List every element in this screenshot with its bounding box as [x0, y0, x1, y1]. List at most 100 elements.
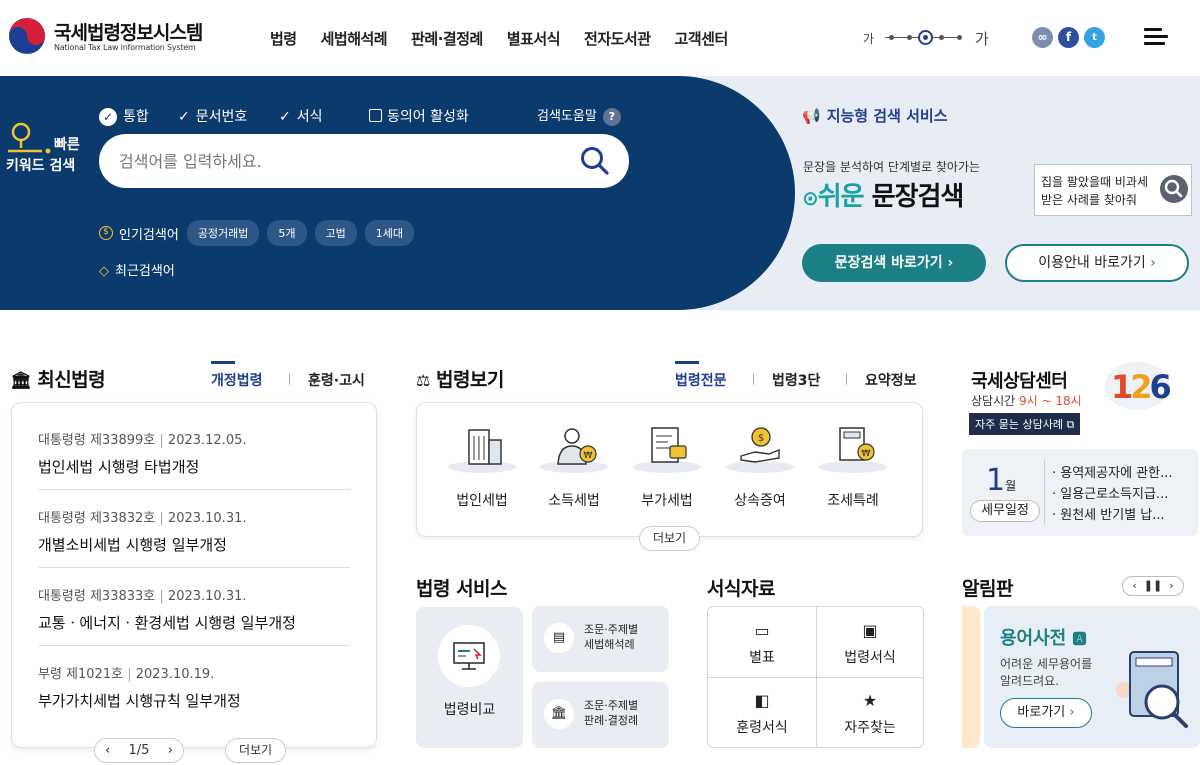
pause-icon[interactable]: ❚❚ — [1144, 579, 1162, 592]
smart-title-label: 지능형 검색 서비스 — [826, 107, 948, 125]
popular-chip[interactable]: 1세대 — [364, 220, 415, 246]
tab-amended-law[interactable]: 개정법령 — [211, 361, 263, 390]
font-size-step[interactable] — [907, 35, 912, 40]
faq-link[interactable]: 자주 묻는 상담사례 ⧉ — [969, 413, 1081, 435]
service-label: 판례·결정례 — [584, 714, 639, 727]
nav-customer[interactable]: 고객센터 — [675, 28, 729, 49]
tab-three-column[interactable]: 법령3단 — [772, 370, 820, 390]
form-frequent[interactable]: ★ 자주찾는 — [816, 677, 924, 747]
twitter-icon[interactable]: t — [1084, 27, 1105, 48]
precedent-by-article-button[interactable]: 🏛 조문·주제별 판례·결정례 — [532, 682, 669, 748]
tab-summary[interactable]: 요약정보 — [865, 370, 917, 390]
consult-hours-value: 9시 ~ 18시 — [1019, 394, 1082, 408]
glossary-desc-line: 알려드려요. — [1000, 674, 1060, 688]
recent-keywords[interactable]: ◇ 최근검색어 — [99, 260, 175, 279]
option-form[interactable]: ✓ 서식 — [279, 106, 323, 126]
magnifier-icon — [8, 122, 51, 154]
font-size-slider-knob[interactable] — [918, 30, 933, 45]
popular-chip[interactable]: 고법 — [314, 220, 357, 246]
tab-full-text[interactable]: 법령전문 — [675, 361, 727, 390]
law-item[interactable]: 대통령령 제33833호 | 2023.10.31. 교통ㆍ에너지ㆍ환경세법 시… — [38, 585, 350, 633]
law-tax-special[interactable]: ₩ 조세특례 — [810, 424, 896, 510]
interpretation-by-article-button[interactable]: ▤ 조문·주제별 세법해석례 — [532, 606, 669, 672]
chevron-right-icon[interactable]: › — [1169, 579, 1173, 592]
consult-hours: 상담시간 9시 ~ 18시 — [971, 392, 1082, 409]
chevron-left-icon[interactable]: ‹ — [1132, 579, 1136, 592]
chevron-right-icon[interactable]: › — [168, 739, 173, 762]
schedule-item[interactable]: · 용역제공자에 관한... — [1052, 463, 1172, 484]
law-vat[interactable]: 부가세법 — [624, 424, 710, 510]
sentence-search-button[interactable]: 문장검색 바로가기 › — [802, 244, 986, 282]
call-number: 126 — [1111, 368, 1172, 406]
form-label: 법령서식 — [844, 650, 896, 666]
quick-label-line2: 키워드 검색 — [6, 158, 76, 174]
menu-bar — [1144, 35, 1168, 38]
divider — [38, 645, 350, 646]
schedule-item-text: 원천세 반기별 납... — [1060, 508, 1165, 523]
law-item[interactable]: 부령 제1021호 | 2023.10.19. 부가가치세법 시행규칙 일부개정 — [38, 663, 350, 711]
option-integrated[interactable]: ✓ 통합 — [99, 106, 149, 126]
nav-precedent[interactable]: 판례·결정례 — [411, 28, 483, 49]
divider — [1044, 459, 1045, 525]
font-size-small-label[interactable]: 가 — [863, 30, 874, 47]
nav-law[interactable]: 법령 — [270, 28, 297, 49]
glossary-go-button[interactable]: 바로가기 › — [1000, 698, 1092, 728]
sentence-search-heading: ⊙쉬운 문장검색 — [802, 176, 964, 213]
law-date: 2023.10.31. — [167, 589, 247, 604]
law-item[interactable]: 대통령령 제33899호 | 2023.12.05. 법인세법 시행령 타법개정 — [38, 429, 350, 477]
law-corporate-tax[interactable]: 법인세법 — [439, 424, 525, 510]
link-icon[interactable]: ∞ — [1032, 27, 1053, 48]
notice-controls: ‹ ❚❚ › — [1122, 576, 1184, 596]
document-icon: ▤ — [544, 623, 574, 653]
schedule-item[interactable]: · 원천세 반기별 납... — [1052, 505, 1172, 526]
schedule-item[interactable]: · 일용근로소득지급... — [1052, 484, 1172, 505]
synonym-checkbox[interactable]: 동의어 활성화 — [369, 106, 469, 126]
nav-library[interactable]: 전자도서관 — [584, 28, 651, 49]
menu-button[interactable] — [1144, 28, 1168, 46]
schedule-button[interactable]: 세무일정 — [970, 500, 1040, 522]
search-icon[interactable] — [1160, 175, 1188, 203]
checkbox-icon — [369, 109, 382, 122]
chevron-left-icon[interactable]: ‹ — [105, 739, 110, 762]
table-icon: ▭ — [754, 621, 770, 640]
font-size-step[interactable] — [889, 35, 894, 40]
law-income-tax[interactable]: ₩ 소득세법 — [531, 424, 617, 510]
tab-directive[interactable]: 훈령·고시 — [308, 370, 365, 390]
popular-chip[interactable]: 5개 — [267, 220, 307, 246]
schedule-month: 1월 — [986, 463, 1016, 498]
form-appendix[interactable]: ▭ 별표 — [708, 607, 816, 677]
menu-bar — [1144, 28, 1162, 31]
form-directive-forms[interactable]: ◧ 훈령서식 — [708, 677, 816, 747]
site-title[interactable]: 국세법령정보시스템 — [54, 18, 203, 45]
quick-label-line1: 빠른 — [54, 137, 80, 153]
search-help-link[interactable]: 검색도움말? — [537, 105, 621, 126]
option-doc-number[interactable]: ✓ 문서번호 — [178, 106, 247, 126]
font-size-step[interactable] — [957, 35, 962, 40]
nav-interpretation[interactable]: 세법해석례 — [321, 28, 388, 49]
usage-guide-button[interactable]: 이용안내 바로가기 › — [1005, 244, 1189, 282]
search-input[interactable] — [119, 148, 559, 174]
form-law-forms[interactable]: ▣ 법령서식 — [816, 607, 924, 677]
facebook-icon[interactable]: f — [1058, 27, 1079, 48]
schedule-item-text: 용역제공자에 관한... — [1060, 466, 1173, 481]
latest-law-pager: ‹ 1/5 › — [94, 738, 184, 763]
law-item[interactable]: 대통령령 제33832호 | 2023.10.31. 개별소비세법 시행령 일부… — [38, 507, 350, 555]
law-date: 2023.10.19. — [135, 667, 215, 682]
usage-guide-button-label: 이용안내 바로가기 — [1038, 255, 1146, 271]
example-query: 집을 팔았을때 비과세 받은 사례를 찾아줘 — [1041, 175, 1148, 207]
law-inheritance-gift[interactable]: $ 상속증여 — [717, 424, 803, 510]
law-compare-button[interactable]: 법령비교 — [416, 607, 523, 748]
example-query-box[interactable]: 집을 팔았을때 비과세 받은 사례를 찾아줘 — [1034, 164, 1192, 216]
nav-forms[interactable]: 별표서식 — [507, 28, 561, 49]
latest-more-button[interactable]: 더보기 — [225, 738, 286, 763]
building-icon — [448, 429, 516, 473]
hand-coin-icon: $ — [726, 427, 794, 473]
government-emblem-icon[interactable] — [8, 17, 46, 55]
popular-chip[interactable]: 공정거래법 — [186, 220, 260, 246]
notice-slide-glossary[interactable]: 용어사전 🅰 어려운 세무용어를 알려드려요. 바로가기 › — [984, 606, 1200, 748]
law-view-more-button[interactable]: 더보기 — [639, 526, 700, 551]
font-size-step[interactable] — [939, 35, 944, 40]
law-type: 대통령령 제33899호 — [38, 433, 156, 448]
search-icon[interactable] — [579, 145, 611, 177]
font-size-large-label[interactable]: 가 — [975, 28, 989, 49]
